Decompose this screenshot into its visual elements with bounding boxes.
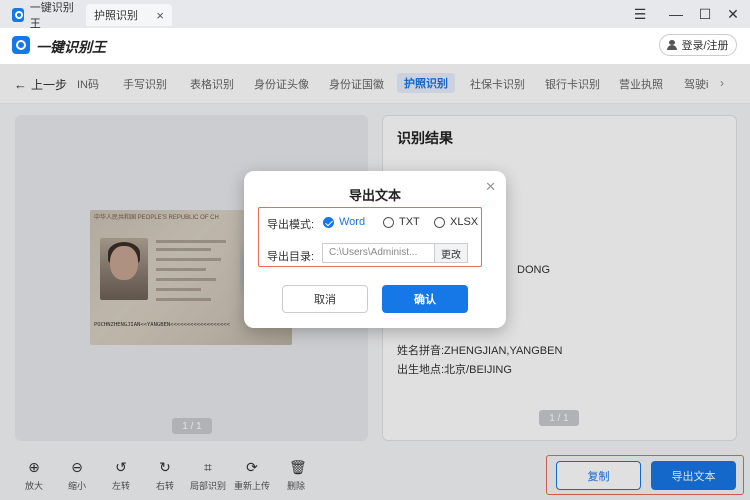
dialog-title: 导出文本 — [348, 188, 401, 203]
tab-label: 护照识别 — [94, 10, 138, 22]
radio-word-label[interactable]: Word — [339, 216, 365, 228]
tab-home[interactable]: 一键识别王 — [4, 2, 84, 30]
export-dir-label: 导出目录: — [267, 251, 315, 263]
tab-label: 一键识别王 — [29, 2, 74, 30]
radio-xlsx[interactable] — [434, 217, 445, 228]
radio-word[interactable] — [323, 217, 334, 228]
user-icon — [667, 40, 678, 50]
tab-passport[interactable]: 护照识别 × — [86, 4, 172, 26]
title-bar: 一键识别王 护照识别 × ☰ — ☐ ✕ — [0, 0, 750, 30]
export-mode-label: 导出模式: — [267, 219, 315, 231]
close-button[interactable]: ✕ — [722, 4, 744, 24]
app-logo-icon — [12, 8, 24, 22]
radio-txt[interactable] — [383, 217, 394, 228]
maximize-button[interactable]: ☐ — [694, 4, 716, 24]
minimize-button[interactable]: — — [665, 4, 687, 24]
confirm-button[interactable]: 确认 — [382, 285, 468, 313]
cancel-button[interactable]: 取消 — [282, 285, 368, 313]
close-icon[interactable]: ✕ — [485, 179, 496, 195]
radio-xlsx-label[interactable]: XLSX — [450, 216, 478, 228]
login-button[interactable]: 登录/注册 — [659, 34, 737, 56]
change-dir-button[interactable]: 更改 — [434, 243, 468, 263]
export-dialog: 导出文本 ✕ 导出模式: Word TXT XLSX 导出目录: C:\User… — [244, 171, 506, 328]
login-label: 登录/注册 — [681, 40, 729, 52]
tab-close-icon[interactable]: × — [156, 8, 164, 23]
app-header: 一键识别王 登录/注册 — [0, 28, 750, 64]
radio-txt-label[interactable]: TXT — [399, 216, 420, 228]
export-dir-field[interactable]: C:\Users\Administ... — [322, 243, 434, 263]
menu-icon[interactable]: ☰ — [629, 4, 651, 24]
app-logo-icon — [12, 36, 30, 54]
app-title: 一键识别王 — [36, 39, 106, 55]
